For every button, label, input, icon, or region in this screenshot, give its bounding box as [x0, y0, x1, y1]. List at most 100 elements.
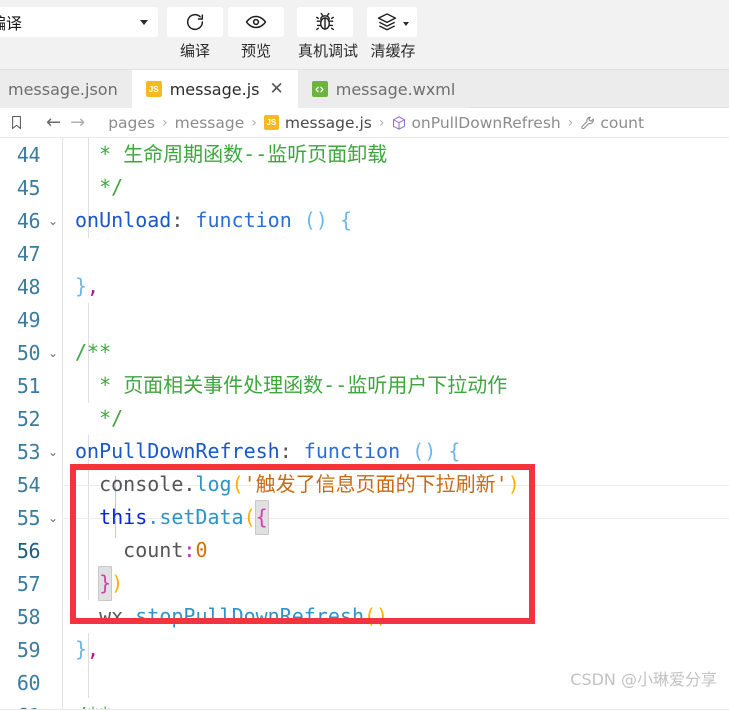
colon: :: [171, 208, 184, 232]
fold-toggle[interactable]: ⌄: [44, 512, 62, 524]
compile-mode-select[interactable]: 通编译: [0, 7, 158, 37]
parens: (): [303, 208, 328, 232]
comment-close: */: [99, 406, 124, 430]
code-line[interactable]: 50 ⌄ /**: [0, 336, 729, 369]
code-line[interactable]: 45 */: [0, 171, 729, 204]
code-line[interactable]: 44 * 生命周期函数--监听页面卸载: [0, 138, 729, 171]
line-number: 56: [16, 538, 41, 563]
fold-toggle[interactable]: ⌄: [44, 446, 62, 458]
code-line[interactable]: 53 ⌄ onPullDownRefresh: function () {: [0, 435, 729, 468]
open-paren: (: [243, 505, 256, 529]
close-icon[interactable]: ✕: [269, 80, 283, 98]
code-line[interactable]: 59 },: [0, 633, 729, 666]
object-console: console: [99, 472, 184, 496]
comment-star: *: [99, 142, 112, 166]
code-line[interactable]: 57 }): [0, 566, 729, 601]
line-number: 53: [16, 439, 41, 464]
code-line[interactable]: 52 */: [0, 402, 729, 435]
line-number: 51: [16, 373, 41, 398]
colon: :: [279, 439, 292, 463]
close-brace: }: [75, 274, 88, 298]
dot: .: [183, 472, 196, 496]
breadcrumb-separator-icon: ›: [251, 114, 257, 131]
comment-close: */: [99, 175, 124, 199]
comment-text: 生命周期函数--监听页面卸载: [123, 142, 388, 166]
line-number: 54: [16, 472, 41, 497]
code-line[interactable]: 55 ⌄ this.setData({: [0, 500, 729, 535]
clear-cache-button[interactable]: [367, 7, 417, 37]
code-line-current[interactable]: 56 count:0: [0, 534, 729, 567]
breadcrumb-separator-icon: ›: [567, 114, 574, 131]
line-content: onUnload: function () {: [62, 204, 729, 237]
comma: ,: [87, 637, 100, 661]
close-paren: ): [507, 472, 520, 496]
code-editor[interactable]: 44 * 生命周期函数--监听页面卸载 45 */ 46 ⌄ onUnload:…: [0, 138, 729, 710]
device-debug-button-label: 真机调试: [297, 42, 358, 60]
line-content: count:0: [62, 534, 729, 567]
preview-button[interactable]: [228, 7, 284, 37]
dot: .: [123, 604, 136, 628]
keyword-this: this: [99, 505, 148, 529]
parens: (): [412, 439, 437, 463]
eye-icon: [245, 15, 267, 29]
chevron-down-icon: [140, 19, 148, 25]
toolbar: 通编译 编译 预览: [0, 0, 729, 70]
close-brace: }: [75, 637, 88, 661]
code-line[interactable]: 51 * 页面相关事件处理函数--监听用户下拉动作: [0, 369, 729, 402]
open-brace: {: [339, 208, 352, 232]
line-content: * 生命周期函数--监听页面卸载: [62, 138, 729, 171]
code-line[interactable]: 49: [0, 303, 729, 336]
compile-button[interactable]: [167, 7, 223, 37]
method-stoppulldownrefresh: stopPullDownRefresh: [135, 604, 365, 628]
breadcrumb-item-message-js[interactable]: message.js: [285, 114, 372, 132]
line-content: },: [62, 270, 729, 303]
refresh-icon: [186, 14, 204, 31]
breadcrumb-item-message[interactable]: message: [175, 114, 245, 132]
device-debug-button[interactable]: [297, 7, 353, 37]
breadcrumb-item-onpulldownrefresh[interactable]: onPullDownRefresh: [411, 114, 560, 132]
line-number: 59: [16, 637, 41, 662]
line-content: this.setData({: [62, 500, 729, 535]
wrench-icon: [580, 115, 596, 131]
fold-toggle[interactable]: ⌄: [44, 215, 62, 227]
fold-toggle[interactable]: ⌄: [44, 347, 62, 359]
code-line[interactable]: 46 ⌄ onUnload: function () {: [0, 204, 729, 237]
line-number: 57: [16, 571, 41, 596]
breadcrumb-item-count[interactable]: count: [600, 114, 644, 132]
breadcrumb-item-pages[interactable]: pages: [108, 114, 155, 132]
tab-label: message.wxml: [335, 79, 456, 99]
line-number: 52: [16, 406, 41, 431]
property-name: onUnload: [75, 208, 172, 232]
object-key-count: count: [123, 538, 184, 562]
close-paren: ): [111, 571, 124, 595]
line-number: 46: [16, 208, 41, 233]
method-log: log: [195, 472, 232, 496]
keyword-function: function: [303, 439, 401, 463]
code-line[interactable]: 47: [0, 237, 729, 270]
line-content: wx.stopPullDownRefresh(): [62, 600, 729, 633]
bookmark-icon[interactable]: [8, 114, 25, 131]
code-line[interactable]: 48 },: [0, 270, 729, 303]
colon: :: [183, 538, 196, 562]
tab-message-json[interactable]: message.json: [0, 70, 132, 108]
code-line[interactable]: 58 wx.stopPullDownRefresh(): [0, 600, 729, 633]
tab-message-wxml[interactable]: message.wxml: [297, 70, 470, 108]
comment-star: *: [99, 373, 112, 397]
nav-back-icon[interactable]: ←: [46, 112, 61, 133]
js-file-icon: JS: [145, 81, 162, 97]
breadcrumb-separator-icon: ›: [161, 114, 168, 131]
line-content: }): [62, 566, 729, 601]
chevron-down-icon: [402, 22, 409, 26]
watermark: CSDN @小琳爱分享: [570, 670, 717, 689]
line-number: 48: [16, 274, 41, 299]
wxml-file-icon: [311, 81, 328, 97]
line-content: */: [62, 171, 729, 204]
code-line[interactable]: 54 console.log('触发了信息页面的下拉刷新'): [0, 468, 729, 501]
tab-message-js[interactable]: JS message.js ✕: [131, 70, 298, 108]
bug-icon: [316, 12, 334, 31]
line-content: onPullDownRefresh: function () {: [62, 435, 729, 468]
line-content: console.log('触发了信息页面的下拉刷新'): [62, 468, 729, 501]
line-number: 50: [16, 340, 41, 365]
line-number: 58: [16, 604, 41, 629]
nav-forward-icon: →: [70, 112, 86, 133]
